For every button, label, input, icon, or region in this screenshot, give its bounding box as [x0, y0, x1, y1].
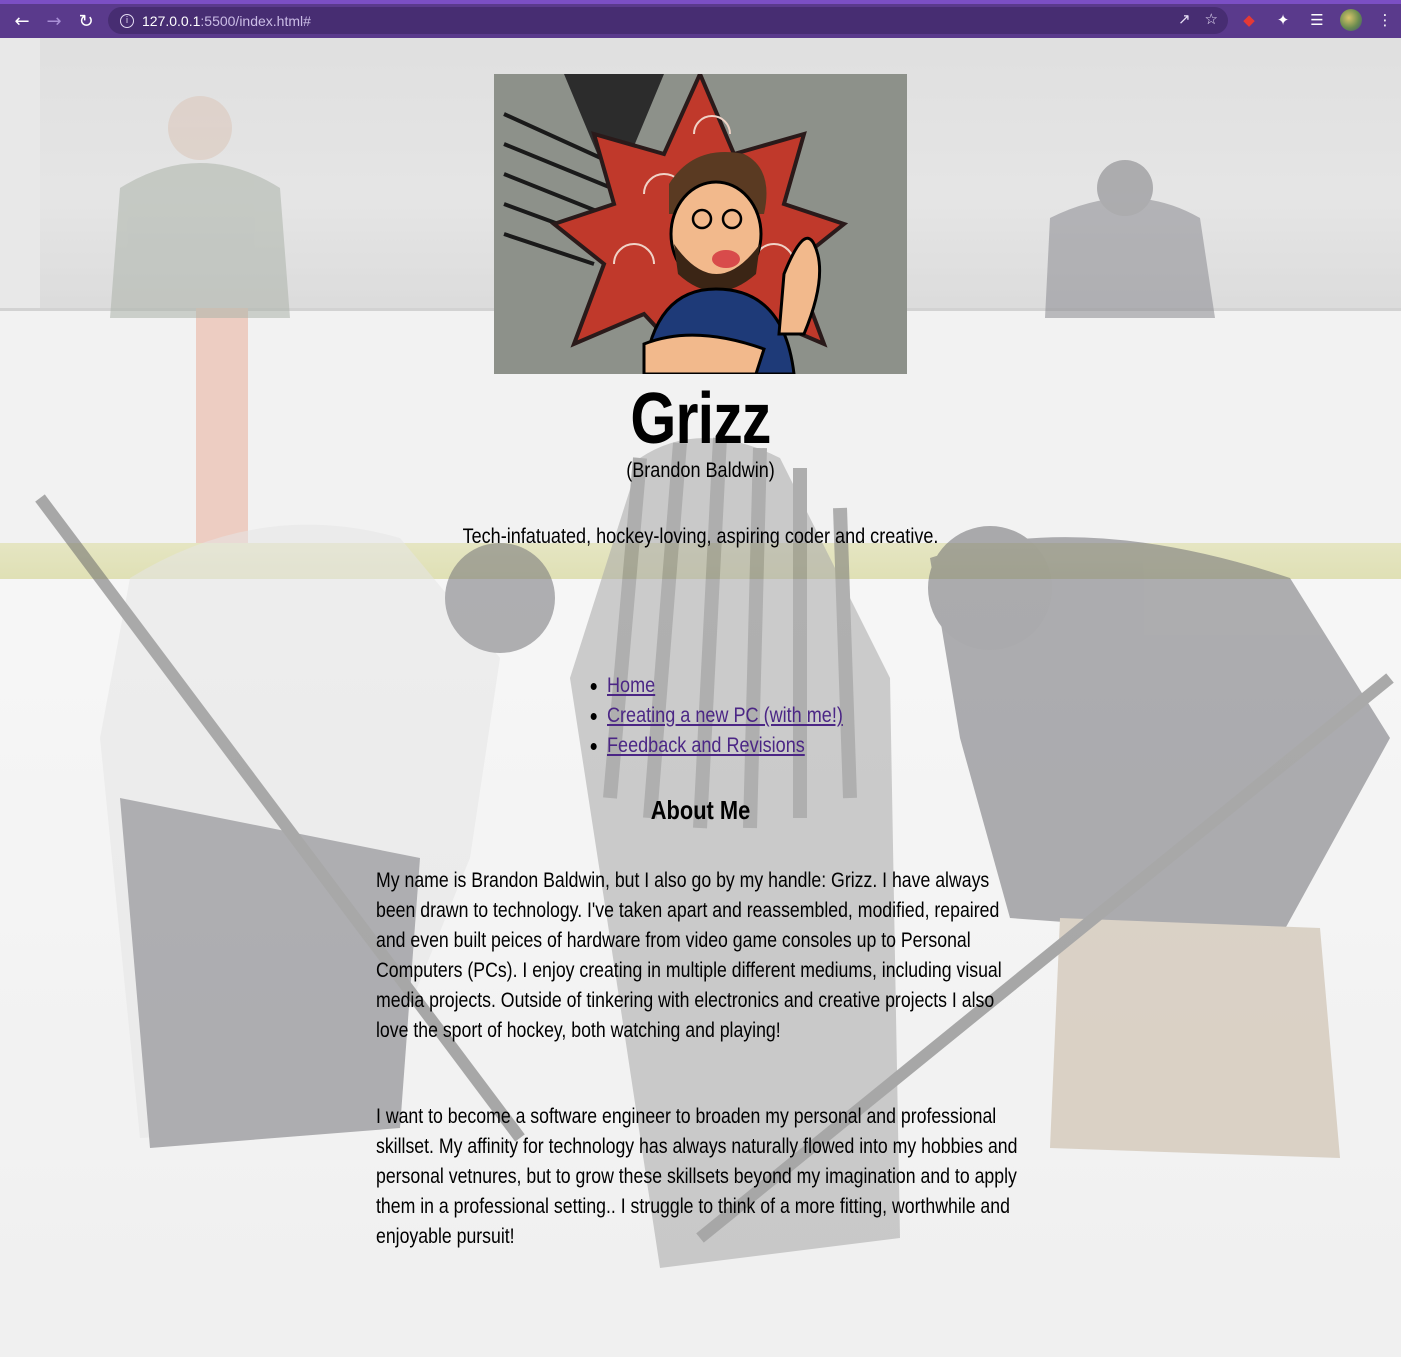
nav-link-feedback[interactable]: Feedback and Revisions — [607, 734, 805, 757]
share-icon[interactable]: ↗ — [1178, 10, 1191, 28]
reading-list-icon[interactable]: ☰ — [1306, 9, 1328, 31]
page-content: Grizz (Brandon Baldwin) Tech-infatuated,… — [0, 38, 1401, 1357]
info-icon[interactable]: i — [120, 13, 134, 28]
profile-picture — [1340, 9, 1362, 31]
forward-button[interactable]: → — [38, 6, 70, 36]
extension-icon[interactable]: ◆ — [1238, 9, 1260, 31]
nav-item-home: Home — [590, 671, 843, 701]
browser-toolbar: ← → ↻ i 127.0.0.1:5500/index.html# ↗ ☆ ◆… — [0, 0, 1401, 38]
address-bar[interactable]: i 127.0.0.1:5500/index.html# ↗ ☆ — [108, 7, 1228, 34]
back-button[interactable]: ← — [6, 6, 38, 36]
nav-item-new-pc: Creating a new PC (with me!) — [590, 701, 843, 731]
menu-icon[interactable]: ⋮ — [1374, 9, 1396, 31]
tagline: Tech-infatuated, hockey-loving, aspiring… — [462, 525, 939, 548]
nav-item-feedback: Feedback and Revisions — [590, 731, 843, 761]
url-text[interactable]: 127.0.0.1:5500/index.html# — [142, 13, 311, 29]
nav-link-home[interactable]: Home — [607, 674, 655, 697]
nav-link-new-pc[interactable]: Creating a new PC (with me!) — [607, 704, 843, 727]
real-name: (Brandon Baldwin) — [626, 459, 775, 482]
about-heading: About Me — [650, 795, 751, 825]
avatar[interactable] — [1340, 9, 1362, 31]
main-nav: Home Creating a new PC (with me!) Feedba… — [590, 671, 881, 761]
grizz-avatar-illustration — [494, 74, 907, 374]
url-host: 127.0.0.1 — [142, 12, 201, 29]
reload-button[interactable]: ↻ — [70, 6, 102, 36]
goals-paragraph: I want to become a software engineer to … — [376, 1105, 1018, 1248]
arrow-left-icon: ← — [14, 10, 30, 32]
header-banner-image — [494, 74, 907, 374]
reload-icon: ↻ — [78, 10, 94, 32]
puzzle-icon[interactable]: ✦ — [1272, 9, 1294, 31]
star-icon[interactable]: ☆ — [1205, 10, 1218, 28]
site-title: Grizz — [630, 379, 771, 459]
url-path: :5500/index.html# — [200, 12, 311, 29]
arrow-right-icon: → — [46, 10, 62, 32]
about-paragraph: My name is Brandon Baldwin, but I also g… — [376, 869, 1002, 1042]
